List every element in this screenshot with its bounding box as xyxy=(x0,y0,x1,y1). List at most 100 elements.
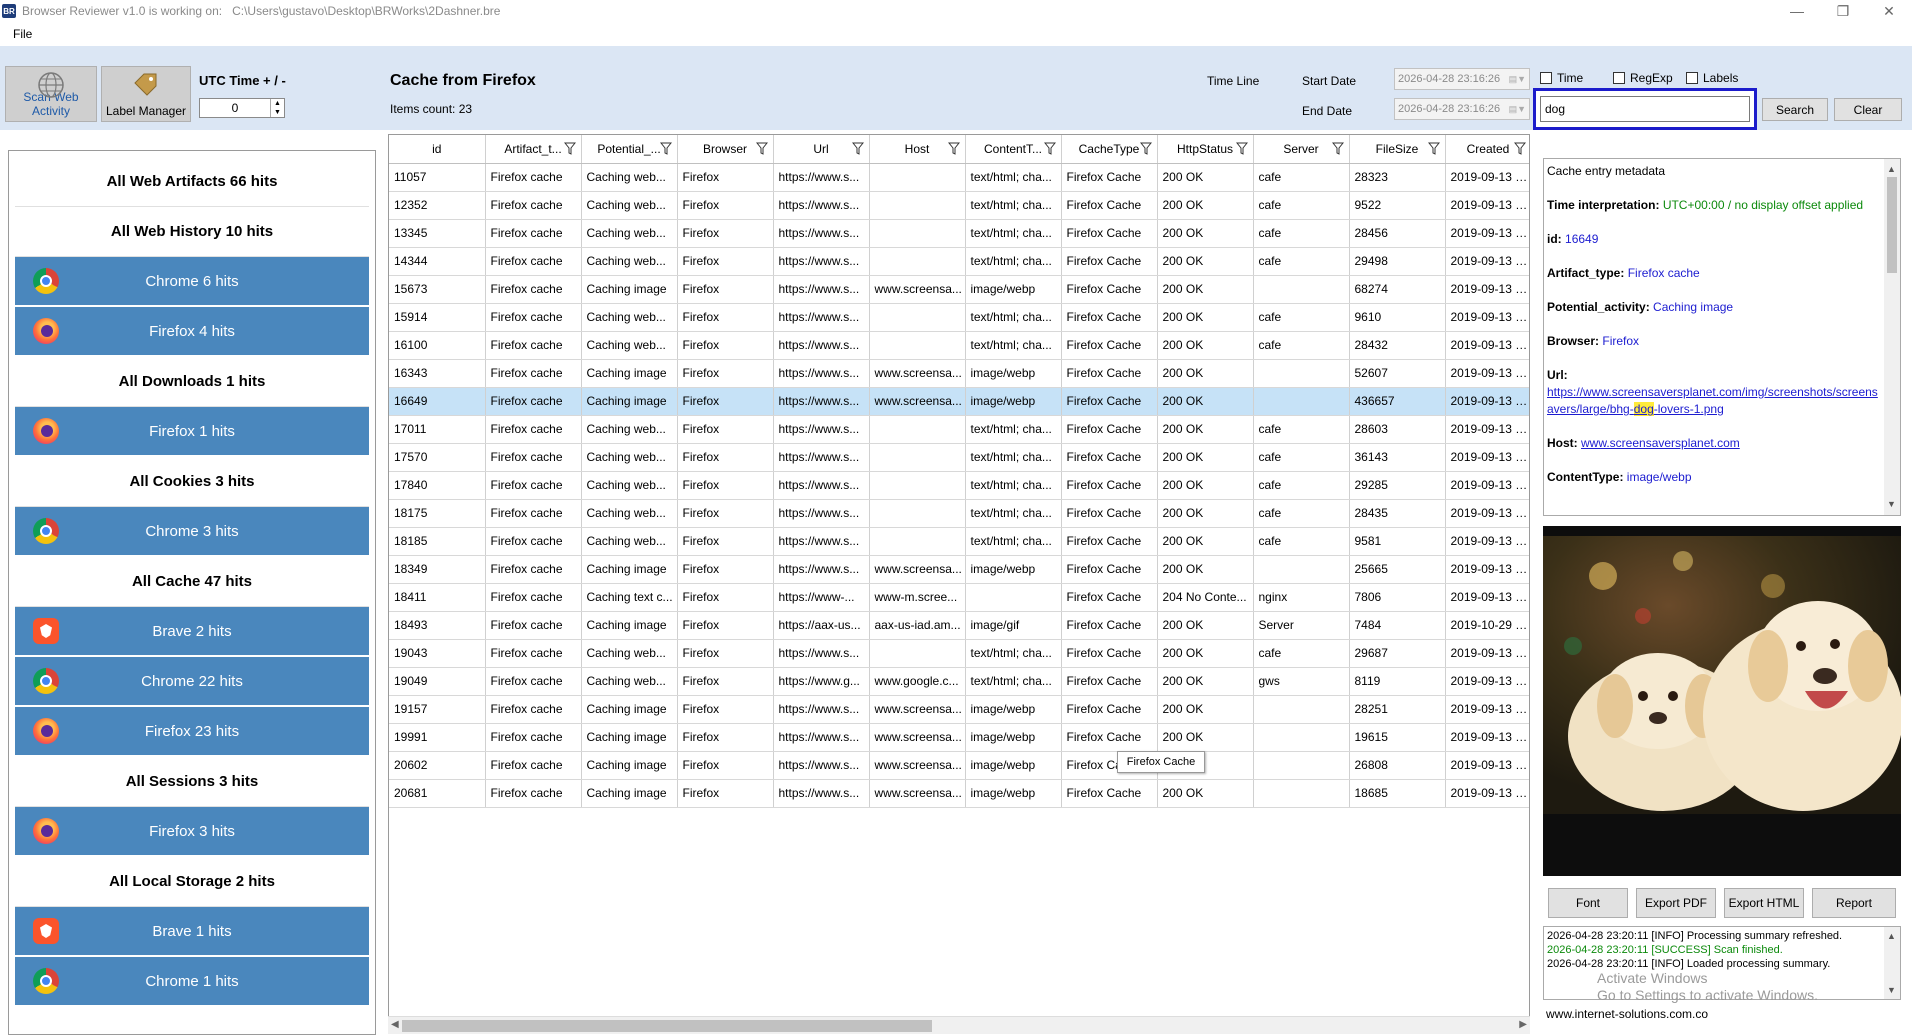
table-row[interactable]: 15673 Firefox cache Caching image Firefox ht… xyxy=(389,275,1529,304)
stepper-down-icon[interactable]: ▼ xyxy=(274,109,281,116)
label-manager-button[interactable]: Label Manager xyxy=(101,66,191,122)
host-link[interactable]: www.screensaversplanet.com xyxy=(1581,436,1740,450)
search-button[interactable]: Search xyxy=(1762,98,1828,121)
horizontal-scrollbar[interactable]: ◀ ▶ xyxy=(388,1016,1530,1034)
export-html-button[interactable]: Export HTML xyxy=(1724,888,1804,918)
scroll-left-icon[interactable]: ◀ xyxy=(391,1019,399,1030)
all-web-artifacts-item[interactable]: All Web Artifacts 66 hits xyxy=(15,157,369,207)
column-header[interactable]: Url xyxy=(773,135,870,164)
column-header[interactable]: Potential_... xyxy=(581,135,678,164)
filter-icon[interactable] xyxy=(1513,142,1526,155)
table-row[interactable]: 17011 Firefox cache Caching web... Firefox h… xyxy=(389,415,1529,444)
table-row[interactable]: 18185 Firefox cache Caching web... Firefox h… xyxy=(389,527,1529,556)
table-row[interactable]: 20681 Firefox cache Caching image Firefox ht… xyxy=(389,779,1529,808)
all-cookies-item[interactable]: All Cookies 3 hits xyxy=(15,457,369,507)
table-row[interactable]: 20602 Firefox cache Caching image Firefox ht… xyxy=(389,751,1529,780)
cache-brave-item[interactable]: Brave 2 hits xyxy=(15,607,369,655)
font-button[interactable]: Font xyxy=(1548,888,1628,918)
table-row[interactable]: 15914 Firefox cache Caching web... Firefox h… xyxy=(389,303,1529,332)
localstorage-brave-item[interactable]: Brave 1 hits xyxy=(15,907,369,955)
column-header[interactable]: Server xyxy=(1253,135,1350,164)
search-input[interactable]: dog xyxy=(1540,96,1750,122)
all-local-storage-item[interactable]: All Local Storage 2 hits xyxy=(15,857,369,907)
history-firefox-item[interactable]: Firefox 4 hits xyxy=(15,307,369,355)
downloads-firefox-item[interactable]: Firefox 1 hits xyxy=(15,407,369,455)
cache-chrome-item[interactable]: Chrome 22 hits xyxy=(15,657,369,705)
all-downloads-item[interactable]: All Downloads 1 hits xyxy=(15,357,369,407)
filter-icon[interactable] xyxy=(1043,142,1056,155)
filter-icon[interactable] xyxy=(659,142,672,155)
table-row[interactable]: 18411 Firefox cache Caching text c... Firef… xyxy=(389,583,1529,612)
table-row[interactable]: 18175 Firefox cache Caching web... Firefox h… xyxy=(389,499,1529,528)
scrollbar-thumb[interactable] xyxy=(1887,177,1897,273)
stepper-up-icon[interactable]: ▲ xyxy=(274,100,281,107)
scroll-right-icon[interactable]: ▶ xyxy=(1519,1019,1527,1030)
filter-icon[interactable] xyxy=(755,142,768,155)
filter-icon[interactable] xyxy=(851,142,864,155)
menu-file[interactable]: File xyxy=(0,27,45,41)
calendar-dropdown-icon[interactable]: ▤▼ xyxy=(1509,104,1526,115)
sessions-firefox-item[interactable]: Firefox 3 hits xyxy=(15,807,369,855)
scan-web-activity-button[interactable]: Scan Web Activity xyxy=(5,66,97,122)
table-row[interactable]: 14344 Firefox cache Caching web... Firefox h… xyxy=(389,247,1529,276)
end-date-picker[interactable]: 2026-04-28 23:16:26 ▤▼ xyxy=(1394,98,1530,120)
filter-icon[interactable] xyxy=(1427,142,1440,155)
table-row[interactable]: 12352 Firefox cache Caching web... Firefox h… xyxy=(389,191,1529,220)
export-pdf-button[interactable]: Export PDF xyxy=(1636,888,1716,918)
scroll-up-icon[interactable]: ▲ xyxy=(1887,929,1896,943)
table-row[interactable]: 16100 Firefox cache Caching web... Firefox h… xyxy=(389,331,1529,360)
start-date-picker[interactable]: 2026-04-28 23:16:26 ▤▼ xyxy=(1394,68,1530,90)
column-header[interactable]: HttpStatus xyxy=(1157,135,1254,164)
table-row[interactable]: 13345 Firefox cache Caching web... Firefox h… xyxy=(389,219,1529,248)
filter-icon[interactable] xyxy=(1139,142,1152,155)
table-row[interactable]: 19049 Firefox cache Caching web... Firefox h… xyxy=(389,667,1529,696)
table-row[interactable]: 18349 Firefox cache Caching image Firefox ht… xyxy=(389,555,1529,584)
all-web-history-item[interactable]: All Web History 10 hits xyxy=(15,207,369,257)
scroll-down-icon[interactable]: ▼ xyxy=(1887,983,1896,997)
column-header[interactable]: Created xyxy=(1445,135,1529,164)
filter-icon[interactable] xyxy=(947,142,960,155)
table-row[interactable]: 19157 Firefox cache Caching image Firefox ht… xyxy=(389,695,1529,724)
filter-icon[interactable] xyxy=(1235,142,1248,155)
table-row[interactable]: 11057 Firefox cache Caching web... Firefox h… xyxy=(389,163,1529,192)
localstorage-chrome-item[interactable]: Chrome 1 hits xyxy=(15,957,369,1005)
cache-firefox-item[interactable]: Firefox 23 hits xyxy=(15,707,369,755)
report-button[interactable]: Report xyxy=(1812,888,1896,918)
all-cache-item[interactable]: All Cache 47 hits xyxy=(15,557,369,607)
table-row[interactable]: 16343 Firefox cache Caching image Firefox ht… xyxy=(389,359,1529,388)
column-header[interactable]: ContentT... xyxy=(965,135,1062,164)
table-row[interactable]: 17570 Firefox cache Caching web... Firefox h… xyxy=(389,443,1529,472)
minimize-icon[interactable]: — xyxy=(1774,0,1820,22)
scroll-down-icon[interactable]: ▼ xyxy=(1887,496,1896,513)
clear-button[interactable]: Clear xyxy=(1834,98,1902,121)
table-cell: 2019-09-13 1... xyxy=(1445,191,1529,220)
column-header[interactable]: FileSize xyxy=(1349,135,1446,164)
time-checkbox[interactable]: Time xyxy=(1540,71,1583,85)
column-header[interactable]: id xyxy=(389,135,486,164)
metadata-scrollbar[interactable]: ▲ ▼ xyxy=(1884,159,1900,515)
all-sessions-item[interactable]: All Sessions 3 hits xyxy=(15,757,369,807)
labels-checkbox[interactable]: Labels xyxy=(1686,71,1738,85)
url-link[interactable]: https://www.screensaversplanet.com/img/s… xyxy=(1547,385,1878,416)
table-row[interactable]: 19991 Firefox cache Caching image Firefox ht… xyxy=(389,723,1529,752)
column-header[interactable]: Host xyxy=(869,135,966,164)
restore-icon[interactable]: ❐ xyxy=(1820,0,1866,22)
table-row[interactable]: 16649 Firefox cache Caching image Firefox ht… xyxy=(389,387,1529,416)
table-row[interactable]: 18493 Firefox cache Caching image Firefox ht… xyxy=(389,611,1529,640)
close-icon[interactable]: ✕ xyxy=(1866,0,1912,22)
column-header[interactable]: Artifact_t... xyxy=(485,135,582,164)
table-row[interactable]: 19043 Firefox cache Caching web... Firefox h… xyxy=(389,639,1529,668)
filter-icon[interactable] xyxy=(563,142,576,155)
column-header[interactable]: CacheType xyxy=(1061,135,1158,164)
cookies-chrome-item[interactable]: Chrome 3 hits xyxy=(15,507,369,555)
utc-offset-stepper[interactable]: 0 ▲ ▼ xyxy=(199,98,285,118)
scroll-up-icon[interactable]: ▲ xyxy=(1887,161,1896,178)
log-scrollbar[interactable]: ▲ ▼ xyxy=(1884,927,1900,999)
scrollbar-thumb[interactable] xyxy=(402,1020,932,1032)
filter-icon[interactable] xyxy=(1331,142,1344,155)
calendar-dropdown-icon[interactable]: ▤▼ xyxy=(1509,74,1526,85)
column-header[interactable]: Browser xyxy=(677,135,774,164)
table-row[interactable]: 17840 Firefox cache Caching web... Firefox h… xyxy=(389,471,1529,500)
history-chrome-item[interactable]: Chrome 6 hits xyxy=(15,257,369,305)
regexp-checkbox[interactable]: RegExp xyxy=(1613,71,1673,85)
